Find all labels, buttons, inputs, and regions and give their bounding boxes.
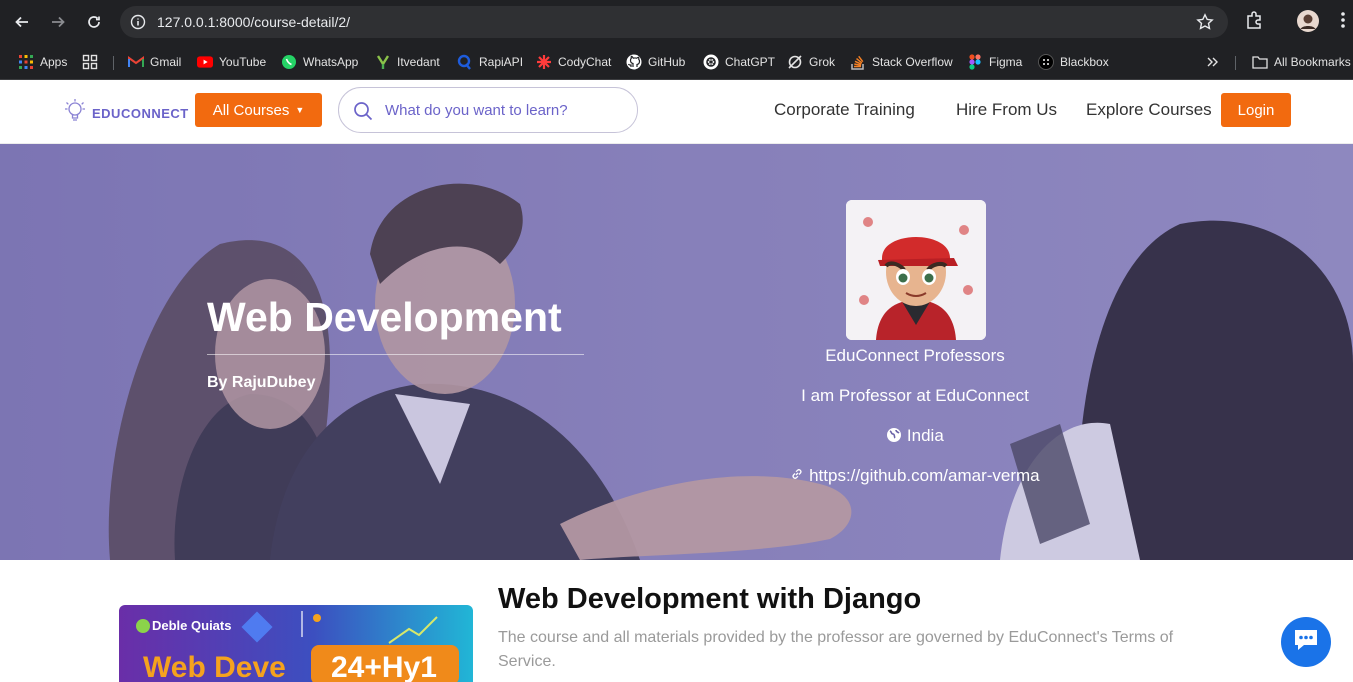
bookmark-label: Stack Overflow bbox=[872, 55, 953, 69]
search-placeholder: What do you want to learn? bbox=[385, 102, 568, 119]
hero-background-image bbox=[0, 144, 1353, 560]
bookmark-codychat[interactable]: CodyChat bbox=[536, 52, 611, 72]
github-link-text[interactable]: https://github.com/amar-verma bbox=[809, 466, 1040, 485]
bookmark-label: Figma bbox=[989, 55, 1023, 69]
site-logo[interactable]: EDUCONNECT bbox=[64, 98, 189, 129]
bookmark-whatsapp[interactable]: WhatsApp bbox=[281, 52, 358, 72]
bookmark-label: RapiAPI bbox=[479, 55, 524, 69]
professor-link[interactable]: https://github.com/amar-verma bbox=[700, 466, 1130, 486]
more-bookmarks-icon[interactable] bbox=[1205, 52, 1227, 72]
bookmark-blackbox[interactable]: Blackbox bbox=[1038, 52, 1109, 72]
bookmark-label: WhatsApp bbox=[303, 55, 359, 69]
link-icon bbox=[790, 466, 809, 485]
country-text: India bbox=[906, 426, 944, 445]
search-icon bbox=[353, 101, 373, 126]
professor-avatar bbox=[846, 200, 986, 340]
bookmark-youtube[interactable]: YouTube bbox=[197, 52, 266, 72]
figma-icon bbox=[967, 54, 983, 70]
course-description: The course and all materials provided by… bbox=[498, 629, 1174, 670]
caret-down-icon: ▼ bbox=[295, 105, 305, 115]
bookmark-itvedant[interactable]: Itvedant bbox=[375, 52, 440, 72]
bookmark-label: Blackbox bbox=[1060, 55, 1109, 69]
all-courses-button[interactable]: All Courses ▼ bbox=[195, 93, 322, 127]
site-info-icon[interactable] bbox=[130, 14, 146, 30]
whatsapp-icon bbox=[281, 54, 297, 70]
bookmark-label: YouTube bbox=[219, 55, 267, 69]
site-header: EDUCONNECT All Courses ▼ What do you wan… bbox=[0, 80, 1353, 144]
logo-text: EDUCONNECT bbox=[92, 106, 189, 121]
extensions-icon[interactable] bbox=[1244, 10, 1264, 35]
folder-icon bbox=[1252, 54, 1268, 70]
grok-icon bbox=[787, 54, 803, 70]
browser-menu-icon[interactable] bbox=[1336, 10, 1350, 35]
bookmark-rapidapi[interactable]: RapiAPI bbox=[457, 52, 523, 72]
bookmark-gmail[interactable]: Gmail bbox=[128, 52, 181, 72]
bookmark-label: CodyChat bbox=[558, 55, 612, 69]
lightbulb-icon bbox=[64, 98, 86, 129]
thumbnail-headline: Web Deve bbox=[143, 651, 286, 682]
professor-name: EduConnect Professors bbox=[825, 346, 1005, 365]
globe-icon bbox=[886, 426, 907, 445]
chatgpt-icon bbox=[703, 54, 719, 70]
bookmarks-bar: Apps Gmail YouTube WhatsApp Itvedant Rap… bbox=[0, 44, 1353, 80]
bookmark-github[interactable]: GitHub bbox=[626, 52, 685, 72]
course-thumbnail[interactable]: Deble Quiats Web Deve 24+Hy1 bbox=[119, 605, 473, 682]
apps-grid-icon bbox=[18, 54, 34, 70]
all-bookmarks[interactable]: All Bookmarks bbox=[1252, 52, 1351, 72]
bookmark-label: ChatGPT bbox=[725, 55, 776, 69]
course-author: By RajuDubey bbox=[207, 374, 316, 391]
bookmarks-divider bbox=[113, 56, 114, 70]
forward-icon[interactable] bbox=[46, 10, 70, 34]
itvedant-icon bbox=[375, 54, 391, 70]
hero-divider bbox=[207, 354, 584, 355]
back-icon[interactable] bbox=[10, 10, 34, 34]
bookmark-apps[interactable]: Apps bbox=[18, 52, 67, 72]
hero-banner: Web Development By RajuDubey EduConnect … bbox=[0, 144, 1353, 560]
codychat-icon bbox=[536, 54, 552, 70]
course-hero-title: Web Development bbox=[207, 294, 562, 340]
url-text: 127.0.0.1:8000/course-detail/2/ bbox=[157, 14, 351, 30]
nav-explore-courses[interactable]: Explore Courses bbox=[1086, 100, 1212, 120]
chat-button[interactable] bbox=[1281, 617, 1331, 667]
rapidapi-icon bbox=[457, 54, 473, 70]
thumbnail-badge: 24+Hy1 bbox=[331, 651, 437, 682]
bookmark-label: Itvedant bbox=[397, 55, 440, 69]
youtube-icon bbox=[197, 54, 213, 70]
gmail-icon bbox=[128, 54, 144, 70]
github-icon bbox=[626, 54, 642, 70]
bookmark-label: Gmail bbox=[150, 55, 182, 69]
search-input[interactable]: What do you want to learn? bbox=[338, 87, 638, 133]
bookmark-grok[interactable]: Grok bbox=[787, 52, 835, 72]
nav-hire-from-us[interactable]: Hire From Us bbox=[956, 100, 1057, 120]
bookmarks-divider bbox=[1235, 56, 1236, 70]
nav-corporate-training[interactable]: Corporate Training bbox=[774, 100, 915, 120]
all-courses-label: All Courses bbox=[212, 101, 290, 119]
bookmark-label: Apps bbox=[40, 55, 68, 69]
blackbox-icon bbox=[1038, 54, 1054, 70]
login-button[interactable]: Login bbox=[1221, 93, 1291, 127]
professor-country: India bbox=[700, 426, 1130, 446]
profile-avatar[interactable] bbox=[1297, 10, 1319, 37]
all-bookmarks-label: All Bookmarks bbox=[1274, 55, 1351, 69]
bookmark-label: GitHub bbox=[648, 55, 686, 69]
address-bar[interactable]: 127.0.0.1:8000/course-detail/2/ bbox=[120, 6, 1228, 38]
bookmark-figma[interactable]: Figma bbox=[967, 52, 1022, 72]
chat-bubble-icon bbox=[1292, 627, 1320, 658]
course-title: Web Development with Django bbox=[498, 583, 922, 615]
stackoverflow-icon bbox=[850, 54, 866, 70]
bookmark-stackoverflow[interactable]: Stack Overflow bbox=[850, 52, 953, 72]
reload-icon[interactable] bbox=[82, 10, 106, 34]
tab-groups-icon[interactable] bbox=[82, 52, 104, 72]
thumbnail-brand: Deble Quiats bbox=[152, 618, 232, 633]
professor-bio: I am Professor at EduConnect bbox=[801, 386, 1029, 405]
bookmark-star-icon[interactable] bbox=[1196, 13, 1214, 36]
bookmark-label: Grok bbox=[809, 55, 836, 69]
bookmark-chatgpt[interactable]: ChatGPT bbox=[703, 52, 775, 72]
browser-toolbar: 127.0.0.1:8000/course-detail/2/ bbox=[0, 0, 1353, 44]
